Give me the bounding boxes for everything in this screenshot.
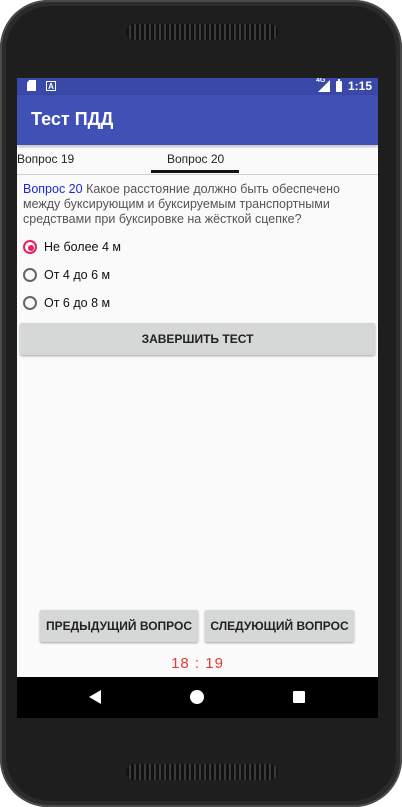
status-bar: A 4G 1:15 [17, 78, 378, 95]
app-title: Тест ПДД [31, 109, 114, 129]
back-icon[interactable] [89, 690, 101, 704]
status-time: 1:15 [347, 79, 372, 93]
tab-question-20[interactable]: Вопрос 20 [167, 152, 224, 166]
sd-card-icon [27, 80, 36, 91]
finish-test-button[interactable]: ЗАВЕРШИТЬ ТЕСТ [20, 323, 375, 355]
signal-icon: 4G [315, 78, 330, 92]
answer-option-label: От 4 до 6 м [44, 268, 111, 282]
answer-option-1[interactable]: Не более 4 м [23, 236, 121, 258]
recent-apps-icon[interactable] [293, 691, 305, 703]
radio-unchecked-icon[interactable] [23, 296, 37, 310]
network-type-label: 4G [315, 78, 326, 84]
home-icon[interactable] [190, 690, 204, 704]
phone-frame: A 4G 1:15 Тест ПДД Вопрос 19 Вопрос 20 В… [0, 0, 402, 807]
answer-option-label: Не более 4 м [44, 240, 121, 254]
answer-option-2[interactable]: От 4 до 6 м [23, 264, 110, 286]
tab-question-19[interactable]: Вопрос 19 [17, 152, 74, 166]
question-text-block: Вопрос 20 Какое расстояние должно быть о… [23, 182, 373, 227]
app-bar: Тест ПДД [17, 95, 378, 145]
system-nav-bar [17, 677, 378, 718]
battery-icon [335, 78, 342, 92]
bottom-speaker-grille [126, 764, 278, 780]
next-question-button[interactable]: СЛЕДУЮЩИЙ ВОПРОС [205, 610, 354, 642]
radio-unchecked-icon[interactable] [23, 268, 37, 282]
tab-selected-indicator [151, 170, 239, 173]
a-notification-icon: A [46, 80, 56, 91]
question-tabs: Вопрос 19 Вопрос 20 [17, 148, 378, 175]
answer-option-3[interactable]: От 6 до 8 м [23, 292, 110, 314]
answer-option-label: От 6 до 8 м [44, 296, 111, 310]
countdown-timer: 18 : 19 [171, 655, 224, 672]
question-number: Вопрос 20 [23, 182, 83, 196]
radio-checked-icon[interactable] [23, 240, 37, 254]
top-speaker-grille [126, 24, 278, 40]
screen: A 4G 1:15 Тест ПДД Вопрос 19 Вопрос 20 В… [17, 78, 378, 718]
previous-question-button[interactable]: ПРЕДЫДУЩИЙ ВОПРОС [40, 610, 198, 642]
